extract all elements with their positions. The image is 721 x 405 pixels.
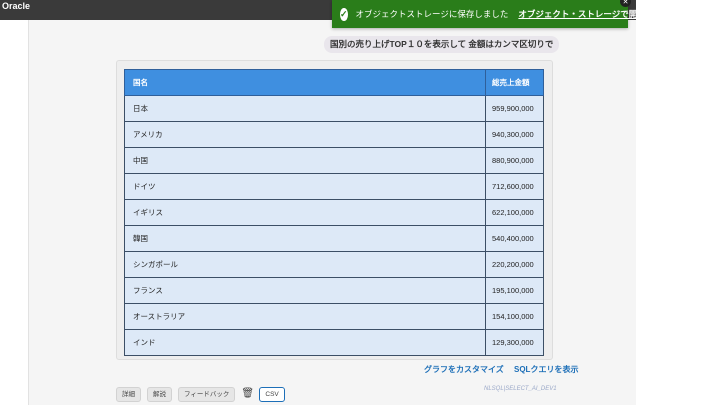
amount-cell: 195,100,000: [485, 277, 544, 304]
explain-button[interactable]: 解説: [147, 387, 172, 402]
feedback-button[interactable]: フィードバック: [178, 387, 236, 402]
column-header-country: 国名: [124, 69, 486, 96]
amount-cell: 622,100,000: [485, 199, 544, 226]
trash-icon[interactable]: 🗑: [241, 387, 254, 402]
result-links: グラフをカスタマイズ SQLクエリを表示: [424, 364, 586, 375]
table-row: 日本 959,900,000: [124, 95, 544, 122]
profile-tag: NLSQL|SELECT_AI_DEV1: [484, 386, 557, 392]
country-cell: アメリカ: [124, 121, 486, 148]
table-row: フランス 195,100,000: [124, 277, 544, 304]
result-toolbar: 詳細 解説 フィードバック 🗑 CSV: [116, 387, 285, 402]
right-gap: [636, 0, 721, 405]
country-cell: オーストラリア: [124, 303, 486, 330]
country-cell: イギリス: [124, 199, 486, 226]
open-object-storage-link[interactable]: オブジェクト・ストレージで開く: [518, 8, 645, 20]
left-edge: [0, 20, 28, 405]
country-cell: ドイツ: [124, 173, 486, 200]
country-cell: インド: [124, 329, 486, 356]
toast-message: オブジェクトストレージに保存しました: [355, 9, 509, 19]
table-row: イギリス 622,100,000: [124, 199, 544, 226]
country-cell: 中国: [124, 147, 486, 174]
country-cell: フランス: [124, 277, 486, 304]
detail-button[interactable]: 詳細: [116, 387, 141, 402]
country-cell: 韓国: [124, 225, 486, 252]
column-header-total-sales: 総売上金額: [485, 69, 544, 96]
country-cell: シンガポール: [124, 251, 486, 278]
amount-cell: 959,900,000: [485, 95, 544, 122]
table-row: オーストラリア 154,100,000: [124, 303, 544, 330]
table-row: 中国 880,900,000: [124, 147, 544, 174]
brand-name: Oracle: [2, 1, 31, 11]
amount-cell: 712,600,000: [485, 173, 544, 200]
check-circle-icon: ✓: [340, 7, 348, 21]
country-cell: 日本: [124, 95, 486, 122]
amount-cell: 220,200,000: [485, 251, 544, 278]
show-sql-query-link[interactable]: SQLクエリを表示: [514, 365, 578, 374]
amount-cell: 940,300,000: [485, 121, 544, 148]
table-row: アメリカ 940,300,000: [124, 121, 544, 148]
table-header-row: 国名 総売上金額: [124, 69, 544, 96]
amount-cell: 129,300,000: [485, 329, 544, 356]
csv-button[interactable]: CSV: [259, 387, 285, 402]
amount-cell: 540,400,000: [485, 225, 544, 252]
table-row: 韓国 540,400,000: [124, 225, 544, 252]
table-row: ドイツ 712,600,000: [124, 173, 544, 200]
amount-cell: 880,900,000: [485, 147, 544, 174]
save-toast: ✓ オブジェクトストレージに保存しました オブジェクト・ストレージで開く: [332, 0, 646, 28]
sales-table: 国名 総売上金額 日本 959,900,000 アメリカ 940,300,000…: [124, 69, 544, 356]
table-row: インド 129,300,000: [124, 329, 544, 356]
amount-cell: 154,100,000: [485, 303, 544, 330]
table-row: シンガポール 220,200,000: [124, 251, 544, 278]
customize-graph-link[interactable]: グラフをカスタマイズ: [424, 365, 504, 374]
user-prompt-bubble: 国別の売り上げTOP１０を表示して 金額はカンマ区切りで: [324, 36, 560, 53]
